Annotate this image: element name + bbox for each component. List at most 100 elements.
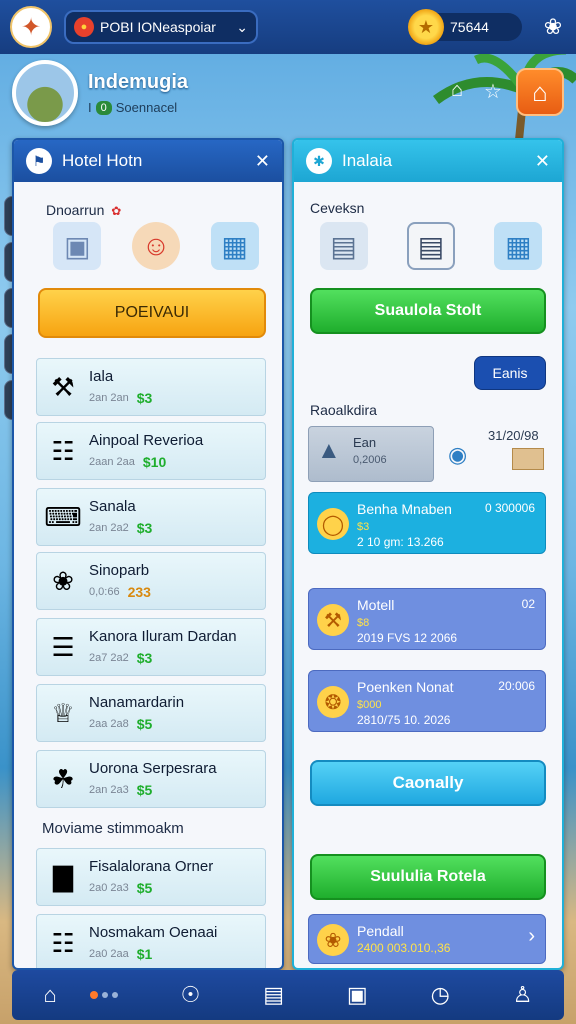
document-icon: ☷ xyxy=(51,435,75,466)
staff-avatar-icon[interactable]: ☺ xyxy=(131,222,180,270)
list-item-value: $5 xyxy=(136,716,153,732)
list-item[interactable]: ⌨ Sanala 2an 2a2 $3 xyxy=(36,488,266,546)
bottle-icon: ▲ xyxy=(317,437,341,464)
machine-icon[interactable]: ▣ xyxy=(53,222,102,270)
hotel-panel-header: ⚑ Hotel Hotn ✕ xyxy=(14,140,282,182)
player-profile[interactable]: Indemugia I 0 Soennacel xyxy=(12,60,188,126)
reward-card-detail: 2810/75 10. 2026 xyxy=(357,713,451,727)
list-item-value: $5 xyxy=(136,880,153,896)
gift-icon[interactable]: ☆ xyxy=(480,79,506,105)
list-item-value: 233 xyxy=(127,584,151,600)
grey-card[interactable]: ▲ Ean 0,2006 xyxy=(308,426,434,482)
grey-card-sub: 0,2006 xyxy=(353,454,387,466)
shell-icon: ❂ xyxy=(317,686,349,718)
list-item-value: $3 xyxy=(136,520,153,536)
house-outline-icon[interactable]: ⌂ xyxy=(444,79,470,105)
laptop-icon: ⌨ xyxy=(44,501,82,532)
grey-card-date: 31/20/98 xyxy=(488,428,539,443)
list-item-title: Sanala xyxy=(89,498,136,515)
reward-card[interactable]: ❂ Poenken Nonat $000 2810/75 10. 2026 20:006 xyxy=(308,670,546,732)
small-action-button[interactable]: Eanis xyxy=(474,356,546,390)
reward-card-detail: 2400 003.010.,36 xyxy=(357,941,451,955)
files-icon[interactable]: ▦ xyxy=(494,222,543,270)
game-logo[interactable]: ✦ xyxy=(10,6,52,48)
globe-icon[interactable]: ◉ xyxy=(448,442,467,468)
server-selector[interactable]: ● POBI IONeaspoiar ⌄ xyxy=(64,10,258,44)
list-item-title: Ainpoal Reverioa xyxy=(89,432,204,449)
list-item[interactable]: ⚒ Iala 2an 2an $3 xyxy=(36,358,266,416)
level-badge: 0 xyxy=(95,100,112,115)
list-item-title: Sinoparb xyxy=(89,562,150,579)
green-action-button[interactable]: Suaulola Stolt xyxy=(310,288,546,334)
clock-icon[interactable]: ◷ xyxy=(431,982,450,1008)
avatar[interactable] xyxy=(12,60,78,126)
section-label: Dnoarrun xyxy=(46,202,105,218)
alert-icon: ✿ xyxy=(111,204,122,218)
hotel-panel: ⚑ Hotel Hotn ✕ Dnoarrun ✿ ▣ ☺ ▦ POEIVAUI… xyxy=(12,138,284,970)
ring-icon: ◯ xyxy=(317,508,349,540)
confirm-button[interactable]: Suululia Rotela xyxy=(310,854,546,900)
grey-card-title: Ean xyxy=(353,435,377,450)
list-item[interactable]: ☘ Uorona Serpesrara 2an 2a3 $5 xyxy=(36,750,266,808)
reward-card-amount: $000 xyxy=(357,699,382,711)
book-icon: ☰ xyxy=(51,631,75,662)
home-button[interactable]: ⌂ xyxy=(516,68,564,116)
list-item-value: $5 xyxy=(136,782,153,798)
home-icon[interactable]: ⌂ xyxy=(43,982,56,1008)
list-item[interactable]: ▇ Fisalalorana Orner 2a0 2a3 $5 xyxy=(36,848,266,906)
close-icon[interactable]: ✕ xyxy=(255,151,270,172)
list-item-meta: 2an 2a3 xyxy=(89,784,129,796)
reward-card-right: 20:006 xyxy=(498,679,535,693)
list-item-title: Nanamardarin xyxy=(89,694,185,711)
list-item[interactable]: ❀ Sinoparb 0,0:66 233 xyxy=(36,552,266,610)
close-icon[interactable]: ✕ xyxy=(535,151,550,172)
settings-icon[interactable]: ❀ xyxy=(540,14,566,40)
reward-card[interactable]: ⚒ Motell $8 2019 FVS 12 2066 02 xyxy=(308,588,546,650)
globe-doc-icon: ☷ xyxy=(51,927,75,958)
list-item-value: $3 xyxy=(136,390,153,406)
compass-icon[interactable]: ☉ xyxy=(181,982,201,1008)
coin-balance[interactable]: ★ 75644 xyxy=(408,9,522,45)
list-item[interactable]: ♕ Nanamardarin 2aa 2a8 $5 xyxy=(36,684,266,742)
top-bar: ✦ ● POBI IONeaspoiar ⌄ ★ 75644 ❀ xyxy=(0,0,576,54)
list-item[interactable]: ☷ Nosmakam Oenaai 2a0 2aa $1 xyxy=(36,914,266,968)
food-icon: ❀ xyxy=(317,924,349,956)
profile-icon[interactable]: ♙ xyxy=(513,982,533,1008)
reward-card[interactable]: ❀ Pendall 2400 003.010.,36 › xyxy=(308,914,546,964)
player-subtitle: Soennacel xyxy=(115,100,178,115)
cancel-button[interactable]: Caonally xyxy=(310,760,546,806)
trash-icon[interactable]: ▤ xyxy=(263,982,284,1008)
player-name: Indemugia xyxy=(88,71,189,93)
reward-card[interactable]: ◯ Benha Mnaben $3 2 10 gm: 13.266 0 300006 xyxy=(308,492,546,554)
header-actions: ⌂ ☆ ⌂ xyxy=(444,68,564,116)
list-item-meta: 2an 2a2 xyxy=(89,522,129,534)
list-item[interactable]: ☷ Ainpoal Reverioa 2aan 2aa $10 xyxy=(36,422,266,480)
list-item-title: Iala xyxy=(89,368,114,385)
building-icon[interactable]: ▤ xyxy=(319,222,368,270)
coin-icon: ★ xyxy=(408,9,444,45)
list-item-meta: 2a0 2a3 xyxy=(89,882,129,894)
grid-icon[interactable] xyxy=(512,448,544,470)
plant-icon: ☘ xyxy=(51,763,75,794)
reward-card-title: Motell xyxy=(357,597,395,613)
reward-card-detail: 2 10 gm: 13.266 xyxy=(357,535,444,549)
clipboard-icon[interactable]: ▤ xyxy=(406,222,455,270)
reward-card-title: Pendall xyxy=(357,923,404,939)
reward-card-right: 0 300006 xyxy=(484,501,535,515)
page-indicator xyxy=(89,991,118,999)
bottom-nav: ⌂ ☉ ▤ ▣ ◷ ♙ xyxy=(12,970,564,1020)
hotel-icon: ⚑ xyxy=(26,148,52,174)
chevron-right-icon: › xyxy=(528,925,535,947)
stack-icon[interactable]: ▦ xyxy=(210,222,259,270)
tool-icon: ⚒ xyxy=(317,604,349,636)
list-item-meta: 2an 2an xyxy=(89,392,129,404)
list-item-title: Fisalalorana Orner xyxy=(89,858,214,875)
computer-icon[interactable]: ▣ xyxy=(347,982,368,1008)
list-section-label: Moviame stimmoakm xyxy=(42,820,184,837)
list-item-title: Kanora Iluram Dardan xyxy=(89,628,237,645)
list-item-value: $10 xyxy=(142,454,167,470)
list-item-title: Nosmakam Oenaai xyxy=(89,924,218,941)
list-item[interactable]: ☰ Kanora Iluram Dardan 2a7 2a2 $3 xyxy=(36,618,266,676)
primary-action-button[interactable]: POEIVAUI xyxy=(38,288,266,338)
drink-icon: ⚒ xyxy=(51,371,75,402)
